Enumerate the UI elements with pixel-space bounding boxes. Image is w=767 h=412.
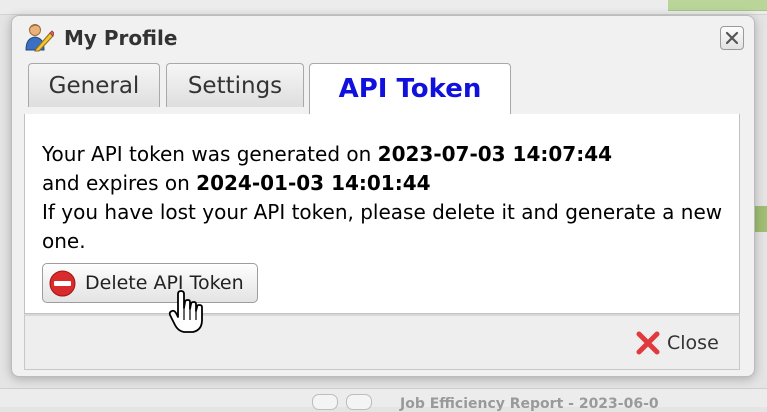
background-pill-button [312, 394, 338, 410]
generated-date: 2023-07-03 14:07:44 [377, 142, 613, 166]
no-entry-icon [49, 270, 76, 297]
hand-cursor-icon [168, 290, 203, 333]
close-button-label: Close [667, 332, 719, 354]
profile-dialog: My Profile General Settings API Token Yo… [11, 15, 755, 377]
lost-token-instructions: If you have lost your API token, please … [42, 200, 723, 253]
tab-settings[interactable]: Settings [166, 63, 304, 107]
dialog-close-button[interactable] [720, 26, 744, 50]
background-pill-button [346, 394, 372, 410]
dialog-title: My Profile [64, 26, 178, 50]
user-edit-icon [25, 24, 54, 52]
background-green-marker [755, 206, 767, 232]
background-report-title: Job Efficiency Report - 2023-06-0 [400, 396, 659, 412]
dialog-titlebar[interactable]: My Profile [12, 16, 754, 60]
red-x-icon [636, 331, 660, 355]
api-token-panel: Your API token was generated on 2023-07-… [24, 114, 740, 314]
delete-api-token-button[interactable]: Delete API Token [42, 263, 258, 303]
background-green-bar [668, 0, 767, 11]
delete-button-label: Delete API Token [85, 272, 244, 294]
expires-prefix: and expires on [42, 171, 190, 195]
tab-bar: General Settings API Token [24, 63, 740, 114]
close-icon [725, 31, 739, 45]
generated-prefix: Your API token was generated on [42, 142, 372, 166]
background-toolbar [0, 0, 767, 15]
tab-general[interactable]: General [28, 63, 160, 107]
tab-api-token[interactable]: API Token [309, 63, 511, 114]
close-button[interactable]: Close [635, 326, 731, 360]
dialog-footer: Close [24, 314, 740, 370]
expires-date: 2024-01-03 14:01:44 [196, 171, 431, 195]
token-message: Your API token was generated on 2023-07-… [42, 140, 732, 256]
